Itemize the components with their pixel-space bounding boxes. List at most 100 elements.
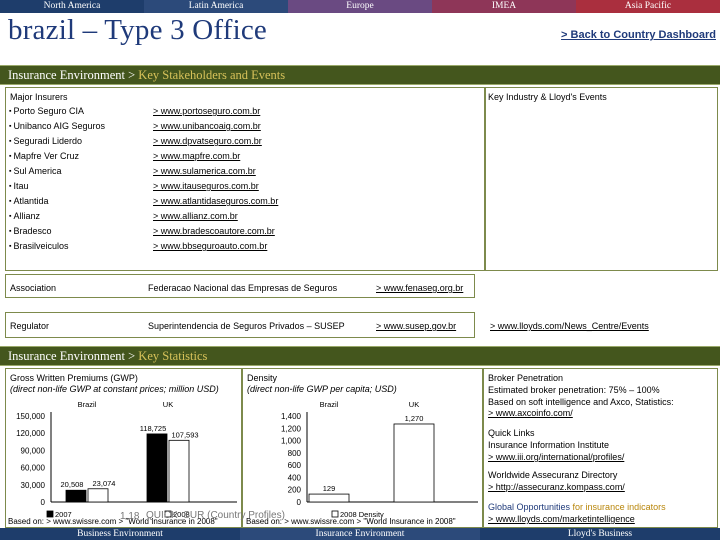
density-subtitle: (direct non-life GWP per capita; USD) [247,384,397,394]
y-tick-label: 1,400 [281,412,302,421]
category-label: UK [409,400,419,409]
overlay-caption: QUICK_SUR (Country Profiles) [146,510,285,521]
bar [168,439,190,503]
insurer-name: Mapfre Ver Cruz [9,151,79,161]
tab-business-environment[interactable]: Business Environment [0,528,240,540]
bar [87,488,109,503]
kompass-link[interactable]: > http://assecuranz.kompass.com/ [488,482,625,492]
broker-text-1: Estimated broker penetration: 75% – 100% [488,385,660,395]
gwp-chart: 0 30,000 60,000 90,000 120,000 150,000 Brazil U… [16,400,237,518]
insurer-name: Brasilveiculos [9,241,68,251]
y-tick-label: 30,000 [21,481,46,490]
y-tick-label: 1,200 [281,424,302,433]
insurer-link[interactable]: > www.allianz.com.br [153,211,238,221]
data-label: 107,593 [171,430,198,439]
y-tick-label: 0 [297,498,302,507]
insurer-name: Unibanco AIG Seguros [9,121,105,131]
market-intelligence-link[interactable]: > www.lloyds.com/marketintelligence [488,514,635,524]
region-tab-imea[interactable]: IMEA [432,0,576,13]
bar [308,493,350,503]
section-header-stakeholders: Insurance Environment > Key Stakeholders… [0,65,720,85]
y-tick-label: 800 [288,449,302,458]
insurer-link[interactable]: > www.bbseguroauto.com.br [153,241,267,251]
region-tab-europe[interactable]: Europe [288,0,432,13]
events-heading: Key Industry & Lloyd's Events [488,92,607,102]
y-tick-label: 600 [288,461,302,470]
worldwide-title: Worldwide Assecuranz Directory [488,470,618,480]
y-tick-label: 150,000 [16,412,45,421]
global-opportunities-suffix: for insurance indicators [570,502,666,512]
iii-link[interactable]: > www.iii.org/international/profiles/ [488,452,624,462]
data-label: 20,508 [61,480,84,489]
regulator-link[interactable]: > www.susep.gov.br [376,321,456,331]
insurer-link[interactable]: > www.unibancoaig.com.br [153,121,261,131]
section-subtitle: Key Stakeholders and Events [138,68,286,82]
section-title: Insurance Environment [8,68,125,82]
gwp-title: Gross Written Premiums (GWP) [10,373,138,383]
insurer-name: Allianz [9,211,40,221]
tab-lloyds-business[interactable]: Lloyd's Business [480,528,720,540]
broker-text-2: Based on soft intelligence and Axco, Sta… [488,397,674,407]
y-tick-label: 1,000 [281,437,302,446]
quick-links-text: Insurance Information Institute [488,440,610,450]
gwp-subtitle: (direct non-life GWP at constant prices;… [10,384,219,394]
global-opportunities-label: Global Opportunities [488,502,571,512]
bar [146,433,168,503]
data-label: 129 [323,484,336,493]
association-link[interactable]: > www.fenaseg.org.br [376,283,463,293]
insurer-link[interactable]: > www.sulamerica.com.br [153,166,256,176]
back-to-dashboard-link[interactable]: > Back to Country Dashboard [561,29,716,41]
region-nav: North America Latin America Europe IMEA … [0,0,720,13]
events-link[interactable]: > www.lloyds.com/News_Centre/Events [490,321,649,331]
tab-insurance-environment[interactable]: Insurance Environment [240,528,480,540]
page-number: 1.18 [120,511,140,522]
bar [393,423,435,503]
section-subtitle: Key Statistics [138,349,208,363]
insurer-link[interactable]: > www.mapfre.com.br [153,151,240,161]
insurer-link[interactable]: > www.itauseguros.com.br [153,181,259,191]
association-name: Federacao Nacional das Empresas de Segur… [148,283,338,293]
y-tick-label: 200 [288,486,302,495]
insurer-link[interactable]: > www.bradescoautore.com.br [153,226,275,236]
quick-links-title: Quick Links [488,428,535,438]
insurer-link[interactable]: > www.portoseguro.com.br [153,106,260,116]
insurer-link[interactable]: > www.dpvatseguro.com.br [153,136,262,146]
broker-title: Broker Penetration [488,373,564,383]
region-tab-north-america[interactable]: North America [0,0,144,13]
regulator-name: Superintendencia de Seguros Privados – S… [148,321,345,331]
data-label: 1,270 [405,414,424,423]
y-tick-label: 120,000 [16,429,45,438]
axco-link[interactable]: > www.axcoinfo.com/ [488,408,573,418]
y-tick-label: 400 [288,473,302,482]
regulator-label: Regulator [10,321,50,331]
insurer-link[interactable]: > www.atlantidaseguros.com.br [153,196,278,206]
section-header-statistics: Insurance Environment > Key Statistics [0,346,720,366]
bottom-nav: Business Environment Insurance Environme… [0,528,720,540]
major-insurers-heading: Major Insurers [10,92,68,102]
insurer-name: Porto Seguro CIA [9,106,84,116]
association-label: Association [10,283,57,293]
insurer-name: Sul America [9,166,61,176]
section-separator: > [124,68,139,82]
y-tick-label: 60,000 [21,464,46,473]
events-panel [485,87,718,271]
global-opportunities: Global Opportunities for insurance indic… [488,502,666,512]
region-tab-asia-pacific[interactable]: Asia Pacific [576,0,720,13]
y-tick-label: 0 [41,498,46,507]
insurer-name: Atlantida [9,196,48,206]
category-label: Brazil [78,400,97,409]
category-label: Brazil [320,400,339,409]
density-chart: 0 200 400 600 800 1,000 1,200 1,400 Brazil UK 129 1… [281,400,478,518]
page-title: brazil – Type 3 Office [8,14,267,46]
bar [65,489,87,503]
region-tab-latin-america[interactable]: Latin America [144,0,288,13]
insurer-name: Seguradi Liderdo [9,136,82,146]
section-title: Insurance Environment [8,349,125,363]
data-label: 23,074 [93,479,116,488]
density-title: Density [247,373,278,383]
insurer-name: Bradesco [9,226,51,236]
data-label: 118,725 [140,424,167,433]
section-separator: > [124,349,139,363]
y-tick-label: 90,000 [21,446,46,455]
insurer-name: Itau [9,181,28,191]
